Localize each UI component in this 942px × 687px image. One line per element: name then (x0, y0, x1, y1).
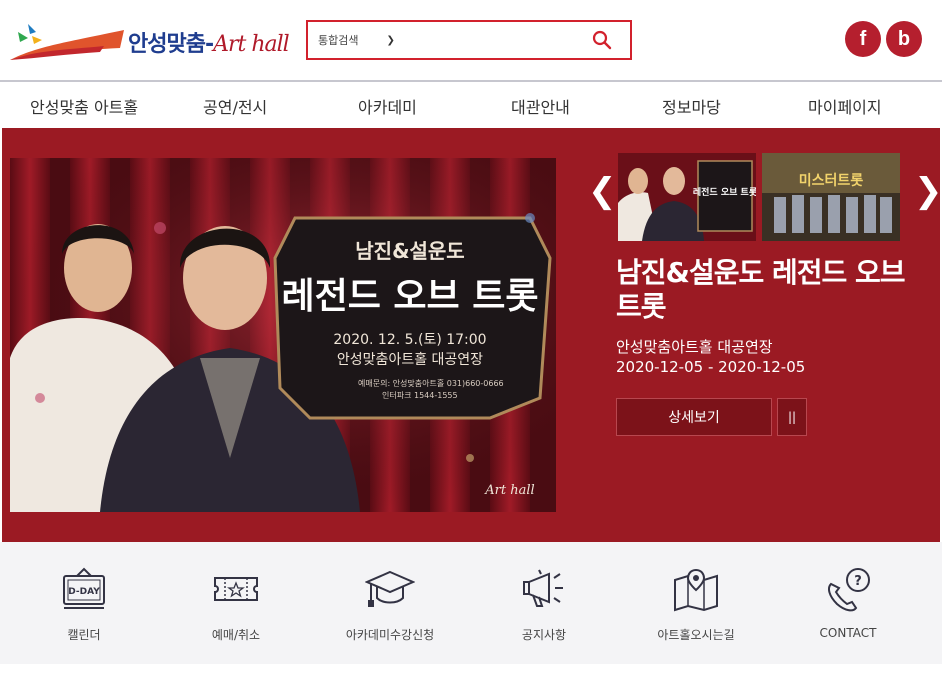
pause-button[interactable]: || (777, 398, 807, 436)
quick-link-label: CONTACT (819, 626, 877, 640)
main-nav: 안성맞춤 아트홀 공연/전시 아카데미 대관안내 정보마당 마이페이지 (0, 82, 942, 128)
banner-ticket: 인터파크 1544-1555 (382, 390, 458, 400)
logo-art-text: Art hall (213, 32, 290, 57)
search-input[interactable] (418, 28, 588, 52)
logo-mark-icon (10, 24, 124, 60)
quick-link-label: 아트홀오시는길 (657, 628, 735, 642)
graduation-cap-icon (365, 570, 415, 607)
prev-arrow-icon[interactable]: ❮ (588, 174, 617, 208)
thumbnail-legend-of-trot[interactable]: 레전드 오브 트롯 (618, 153, 756, 241)
thumbnail-image: 레전드 오브 트롯 (618, 153, 756, 241)
hero-venue: 안성맞춤아트홀 대공연장 (616, 338, 773, 356)
quick-link-label: 공지사항 (521, 628, 567, 642)
search-icon[interactable] (592, 30, 612, 50)
quick-link-label: 예매/취소 (211, 628, 261, 642)
quick-link-notice[interactable]: 공지사항 (474, 566, 614, 643)
quick-link-ticket[interactable]: 예매/취소 (166, 566, 306, 643)
svg-text:?: ? (854, 574, 862, 589)
search-category-label: 통합검색 (318, 34, 359, 47)
map-icon (674, 568, 718, 612)
ticket-icon (214, 577, 258, 601)
banner-poster: 남진&설운도 레전드 오브 트롯 2020. 12. 5.(토) 17:00 안… (10, 158, 556, 512)
thumbnail-image: 미스터트롯 (762, 153, 900, 241)
thumbnail-mister-trot[interactable]: 미스터트롯 (762, 153, 900, 241)
banner-inquiry: 예매문의: 안성맞춤아트홀 031)660-0666 (358, 378, 504, 388)
calendar-icon-text: D-DAY (68, 587, 100, 597)
nav-item-mypage[interactable]: 마이페이지 (808, 94, 882, 118)
hero-banner-image[interactable]: 남진&설운도 레전드 오브 트롯 2020. 12. 5.(토) 17:00 안… (10, 158, 556, 512)
nav-item-arthall[interactable]: 안성맞춤 아트홀 (30, 94, 138, 118)
thumbnail-label: 레전드 오브 트롯 (693, 186, 756, 198)
detail-button[interactable]: 상세보기 (616, 398, 772, 436)
search-box: 통합검색 ❯ (306, 20, 632, 60)
banner-place: 안성맞춤아트홀 대공연장 (337, 352, 483, 368)
search-category-select[interactable]: 통합검색 ❯ (318, 32, 395, 48)
nav-item-rental[interactable]: 대관안내 (511, 94, 570, 118)
nav-item-performance[interactable]: 공연/전시 (203, 94, 267, 118)
quick-link-label: 아카데미수강신청 (345, 628, 435, 642)
hero-section: 남진&설운도 레전드 오브 트롯 2020. 12. 5.(토) 17:00 안… (2, 128, 942, 542)
hero-title[interactable]: 남진&설운도 레전드 오브 트롯 (616, 256, 926, 324)
banner-subtitle: 남진&설운도 (355, 239, 464, 263)
calendar-icon: D-DAY (63, 567, 105, 609)
header: 안성맞춤-Art hall 통합검색 ❯ f b (0, 0, 942, 80)
banner-brand: Art hall (484, 483, 534, 498)
site-logo[interactable]: 안성맞춤-Art hall (8, 20, 298, 64)
quick-link-label: 캘린더 (67, 628, 101, 642)
banner-title: 레전드 오브 트롯 (282, 276, 539, 317)
logo-text: 안성맞춤-Art hall (128, 32, 290, 57)
quick-link-contact[interactable]: ? CONTACT (778, 566, 918, 640)
nav-item-academy[interactable]: 아카데미 (358, 94, 417, 118)
facebook-icon[interactable]: f (845, 21, 881, 57)
banner-datetime: 2020. 12. 5.(토) 17:00 (333, 332, 486, 348)
phone-question-icon: ? (828, 568, 870, 612)
megaphone-icon (523, 569, 563, 607)
blog-icon[interactable]: b (886, 21, 922, 57)
quick-links: D-DAY 캘린더 예매/취소 아카데미수강신청 공지사항 아트홀오시는길 ? … (0, 542, 942, 664)
next-arrow-icon[interactable]: ❯ (914, 174, 942, 208)
nav-item-info[interactable]: 정보마당 (662, 94, 721, 118)
quick-link-directions[interactable]: 아트홀오시는길 (626, 566, 766, 643)
chevron-down-icon: ❯ (386, 34, 395, 46)
hero-date: 2020-12-05 - 2020-12-05 (616, 358, 806, 376)
thumbnail-label: 미스터트롯 (799, 173, 864, 189)
quick-link-calendar[interactable]: D-DAY 캘린더 (14, 566, 154, 643)
quick-link-academy[interactable]: 아카데미수강신청 (320, 566, 460, 643)
